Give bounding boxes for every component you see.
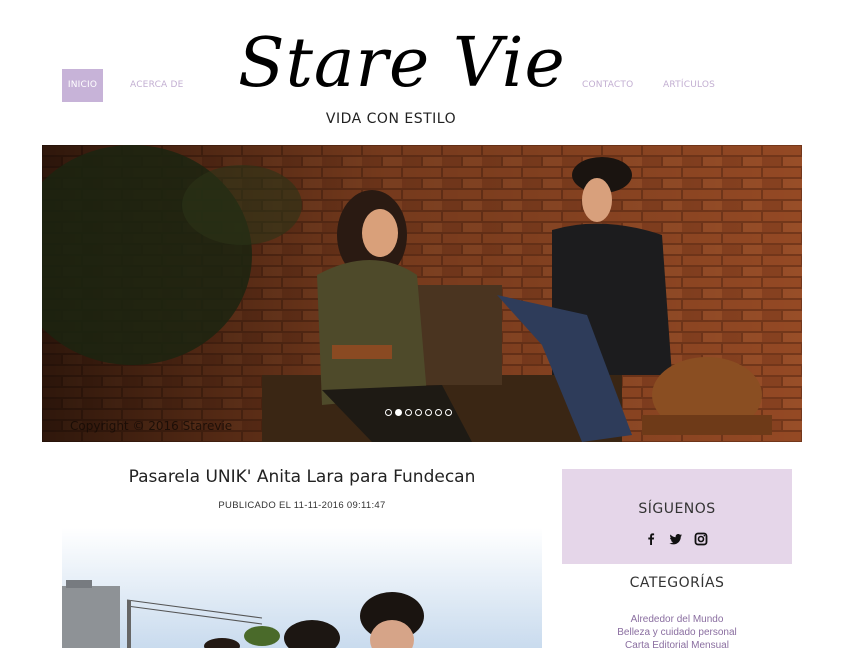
slider-dot[interactable] <box>435 409 442 416</box>
hero-slider[interactable]: Copyright © 2016 Starevie <box>42 145 802 442</box>
follow-widget: SÍGUENOS <box>562 469 792 564</box>
category-link[interactable]: Carta Editorial Mensual <box>562 640 792 651</box>
category-link[interactable]: Alrededor del Mundo <box>562 614 792 625</box>
category-link[interactable]: Belleza y cuidado personal <box>562 627 792 638</box>
site-tagline: VIDA CON ESTILO <box>325 111 457 127</box>
instagram-icon[interactable] <box>694 532 708 546</box>
site-logo[interactable]: Stare Vie <box>238 18 565 110</box>
follow-title: SÍGUENOS <box>638 501 716 517</box>
slider-dot[interactable] <box>445 409 452 416</box>
post-image[interactable] <box>62 528 542 648</box>
twitter-icon[interactable] <box>669 532 683 546</box>
post-meta: PUBLICADO EL 11-11-2016 09:11:47 <box>218 500 386 511</box>
slider-dots <box>385 409 452 419</box>
copyright-text: Copyright © 2016 Starevie <box>70 419 233 433</box>
nav-contact[interactable]: CONTACTO <box>582 69 633 102</box>
facebook-icon[interactable] <box>644 532 658 546</box>
slider-dot[interactable] <box>425 409 432 416</box>
post-photo <box>62 528 542 648</box>
nav-home[interactable]: INICIO <box>62 69 103 102</box>
nav-about[interactable]: ACERCA DE <box>130 69 184 102</box>
slider-photo <box>42 145 802 442</box>
categories-title: CATEGORÍAS <box>629 575 725 591</box>
slider-dot[interactable] <box>405 409 412 416</box>
slider-dot[interactable] <box>385 409 392 416</box>
slider-dot[interactable] <box>395 409 402 416</box>
slider-dot[interactable] <box>415 409 422 416</box>
nav-articles[interactable]: ARTÍCULOS <box>663 69 715 102</box>
post-title[interactable]: Pasarela UNIK' Anita Lara para Fundecan <box>62 467 542 487</box>
